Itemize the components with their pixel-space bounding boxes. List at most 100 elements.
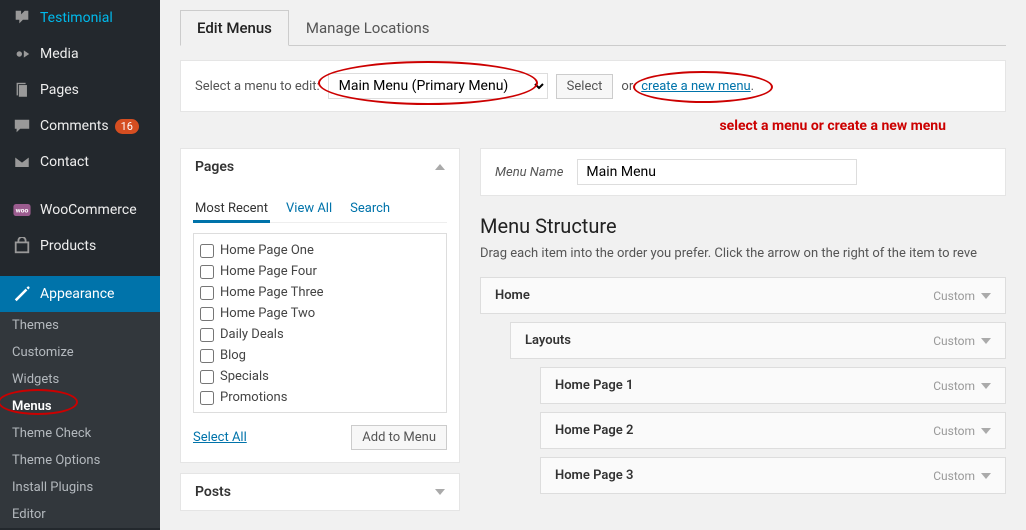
sidebar-label: WooCommerce: [40, 202, 137, 218]
checkbox[interactable]: [200, 265, 214, 279]
sidebar-label: Contact: [40, 154, 89, 170]
check-item[interactable]: Home Page Three: [200, 282, 440, 303]
check-label: Blog: [220, 348, 246, 363]
checkbox[interactable]: [200, 286, 214, 300]
menu-item-label: Layouts: [525, 333, 571, 348]
appearance-icon: [12, 284, 32, 304]
structure-heading: Menu Structure: [480, 214, 1006, 238]
caret-down-icon[interactable]: [981, 473, 991, 479]
menu-item-row[interactable]: Home Page 3 Custom: [540, 457, 1006, 494]
sidebar-item-pages[interactable]: Pages: [0, 72, 160, 108]
menu-item-row[interactable]: Layouts Custom: [510, 322, 1006, 359]
nav-tabs: Edit Menus Manage Locations: [180, 10, 1006, 46]
menu-item-type: Custom: [933, 469, 975, 483]
subtab-most-recent[interactable]: Most Recent: [193, 197, 270, 223]
menu-item-label: Home Page 3: [555, 468, 633, 483]
period: .: [751, 79, 754, 94]
or-text: or: [621, 79, 633, 94]
check-item[interactable]: Specials: [200, 366, 440, 387]
check-item[interactable]: Home Page Four: [200, 261, 440, 282]
menu-structure-list: Home Custom Layouts Custom Home Page 1 C…: [480, 277, 1006, 494]
menu-item-row[interactable]: Home Custom: [480, 277, 1006, 314]
menu-dropdown[interactable]: Main Menu (Primary Menu): [328, 73, 548, 99]
sidebar-label: Products: [40, 238, 96, 254]
sidebar-label: Comments: [40, 118, 109, 134]
menu-item-label: Home Page 1: [555, 378, 633, 393]
checkbox[interactable]: [200, 370, 214, 384]
sidebar-item-woocommerce[interactable]: woo WooCommerce: [0, 192, 160, 228]
select-all-link[interactable]: Select All: [193, 430, 247, 445]
comments-icon: [12, 116, 32, 136]
submenu-theme-check[interactable]: Theme Check: [0, 420, 160, 447]
submenu-themes[interactable]: Themes: [0, 312, 160, 339]
subtab-search[interactable]: Search: [348, 197, 392, 222]
annotation-text: select a menu or create a new menu: [719, 118, 946, 134]
sidebar-label: Appearance: [40, 286, 114, 302]
svg-text:woo: woo: [16, 207, 29, 215]
submenu-install-plugins[interactable]: Install Plugins: [0, 474, 160, 501]
sidebar-item-appearance[interactable]: Appearance: [0, 276, 160, 312]
tab-manage-locations[interactable]: Manage Locations: [289, 10, 447, 45]
check-item[interactable]: Home Page Two: [200, 303, 440, 324]
check-label: Specials: [220, 369, 269, 384]
pages-panel-header[interactable]: Pages: [181, 149, 459, 185]
media-icon: [12, 44, 32, 64]
sidebar-item-comments[interactable]: Comments 16: [0, 108, 160, 144]
menu-item-type: Custom: [933, 289, 975, 303]
caret-up-icon: [435, 164, 445, 170]
sidebar-item-testimonial[interactable]: Testimonial: [0, 0, 160, 36]
posts-panel-header[interactable]: Posts: [181, 474, 459, 510]
submenu-customize[interactable]: Customize: [0, 339, 160, 366]
pages-icon: [12, 80, 32, 100]
select-button[interactable]: Select: [556, 74, 614, 99]
caret-down-icon[interactable]: [981, 293, 991, 299]
woo-icon: woo: [12, 200, 32, 220]
menu-item-label: Home: [495, 288, 530, 303]
menu-select-row: Select a menu to edit: Main Menu (Primar…: [180, 60, 1006, 112]
admin-sidebar: Testimonial Media Pages Comments 16 Cont…: [0, 0, 160, 530]
submenu-theme-options[interactable]: Theme Options: [0, 447, 160, 474]
menu-item-row[interactable]: Home Page 1 Custom: [540, 367, 1006, 404]
check-item[interactable]: Blog: [200, 345, 440, 366]
subtab-view-all[interactable]: View All: [284, 197, 334, 222]
sidebar-label: Media: [40, 46, 79, 62]
create-menu-link[interactable]: create a new menu: [641, 79, 750, 94]
check-label: Home Page Four: [220, 264, 317, 279]
menu-item-type: Custom: [933, 334, 975, 348]
menu-name-label: Menu Name: [495, 165, 563, 180]
sidebar-item-contact[interactable]: Contact: [0, 144, 160, 180]
submenu-menus[interactable]: Menus: [0, 393, 160, 420]
contact-icon: [12, 152, 32, 172]
caret-down-icon[interactable]: [981, 383, 991, 389]
submenu-editor[interactable]: Editor: [0, 501, 160, 528]
annotation-row: select a menu or create a new menu: [180, 118, 1006, 134]
main-content: Edit Menus Manage Locations Select a men…: [160, 0, 1026, 530]
add-to-menu-button[interactable]: Add to Menu: [351, 425, 447, 450]
menu-item-type: Custom: [933, 424, 975, 438]
check-item[interactable]: Promotions: [200, 387, 440, 408]
sidebar-item-media[interactable]: Media: [0, 36, 160, 72]
pages-checklist[interactable]: Home Page One Home Page Four Home Page T…: [193, 233, 447, 413]
tab-edit-menus[interactable]: Edit Menus: [180, 10, 289, 46]
submenu-widgets[interactable]: Widgets: [0, 366, 160, 393]
caret-down-icon: [435, 489, 445, 495]
checkbox[interactable]: [200, 244, 214, 258]
sidebar-item-products[interactable]: Products: [0, 228, 160, 264]
checkbox[interactable]: [200, 391, 214, 405]
caret-down-icon[interactable]: [981, 338, 991, 344]
caret-down-icon[interactable]: [981, 428, 991, 434]
menu-name-row: Menu Name: [480, 148, 1006, 196]
menu-item-row[interactable]: Home Page 2 Custom: [540, 412, 1006, 449]
checkbox[interactable]: [200, 349, 214, 363]
appearance-submenu: Themes Customize Widgets Menus Theme Che…: [0, 312, 160, 528]
checkbox[interactable]: [200, 307, 214, 321]
testimonial-icon: [12, 8, 32, 28]
check-label: Home Page Three: [220, 285, 324, 300]
check-item[interactable]: Daily Deals: [200, 324, 440, 345]
checkbox[interactable]: [200, 328, 214, 342]
check-item[interactable]: Home Page One: [200, 240, 440, 261]
menu-item-type: Custom: [933, 379, 975, 393]
menu-name-input[interactable]: [577, 159, 857, 185]
select-label: Select a menu to edit:: [195, 79, 320, 94]
panel-title: Posts: [195, 484, 231, 500]
